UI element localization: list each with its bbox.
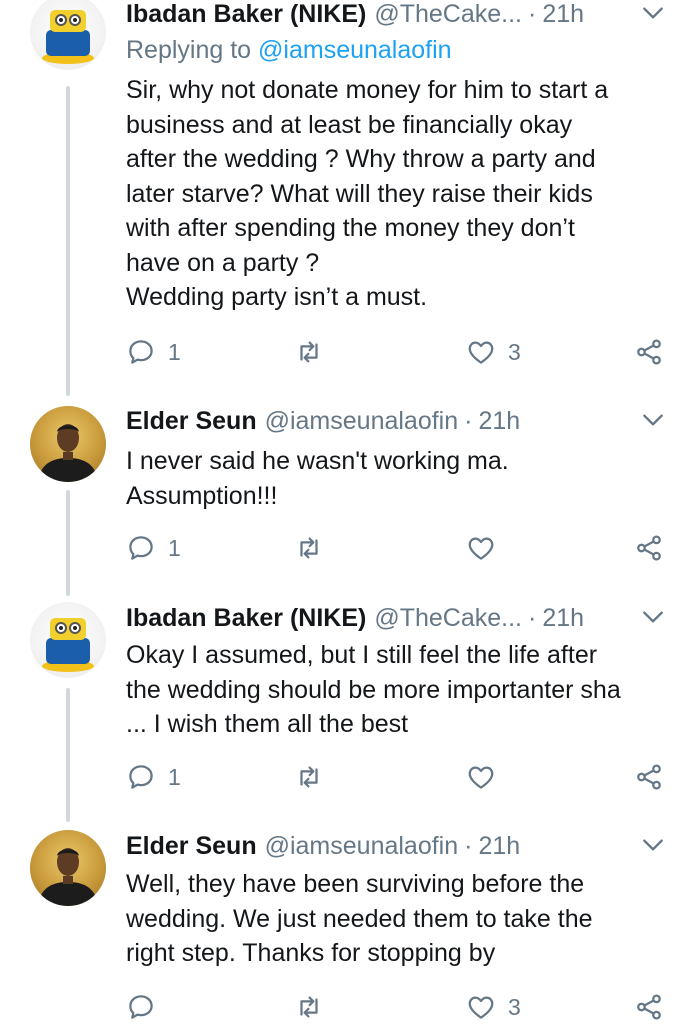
share-icon (637, 339, 661, 365)
retweet-icon (300, 341, 318, 363)
tweet-text-line: after the wedding ? Why throw a party an… (126, 145, 596, 173)
tweet-text-line: have on a party ? (126, 248, 320, 277)
replying-to: Replying to @iamseunalaofin (126, 36, 452, 65)
retweet-button[interactable] (294, 760, 336, 794)
replying-to-link[interactable]: @iamseunalaofin (258, 36, 452, 64)
retweet-button[interactable] (294, 990, 336, 1024)
tweet[interactable]: Elder Seun @iamseunalaofin · 21h I never… (0, 400, 696, 598)
display-name[interactable]: Ibadan Baker (NIKE) (126, 0, 366, 29)
retweet-button[interactable] (294, 335, 336, 369)
tweet-text-line: Sir, why not donate money for him to sta… (126, 76, 609, 104)
tweet-text-line: Assumption!!! (126, 481, 278, 510)
reply-icon (129, 765, 153, 789)
like-button[interactable] (466, 531, 508, 565)
tweet-text-line: the wedding should be more importanter s… (126, 675, 621, 704)
tweet-header: Elder Seun @iamseunalaofin · 21h (126, 403, 676, 439)
reply-icon (129, 995, 153, 1019)
tweet-text: Well, they have been surviving before th… (126, 867, 686, 971)
tweet-text-line: Wedding party isn’t a must. (126, 283, 428, 311)
share-icon (637, 994, 661, 1020)
tweet-text-line: business and at least be financially oka… (126, 110, 573, 139)
like-button[interactable]: 3 (466, 335, 521, 369)
user-handle[interactable]: @iamseunalaofin (265, 832, 459, 861)
tweet[interactable]: Ibadan Baker (NIKE) @TheCake... · 21h Ok… (0, 598, 696, 824)
share-icon (637, 535, 661, 561)
display-name[interactable]: Ibadan Baker (NIKE) (126, 604, 366, 633)
like-button[interactable] (466, 760, 508, 794)
cake-avatar[interactable] (30, 0, 106, 70)
like-button[interactable]: 3 (466, 990, 521, 1024)
tweet-actions: 1 3 (126, 335, 676, 369)
reply-count: 1 (168, 338, 181, 365)
tweet-text-line: Well, they have been surviving before th… (126, 870, 585, 898)
tweet-header: Elder Seun @iamseunalaofin · 21h (126, 828, 676, 864)
chevron-down-icon[interactable] (640, 832, 666, 858)
tweet-text-line: right step. Thanks for stopping by (126, 939, 496, 967)
user-handle[interactable]: @TheCake... (374, 0, 522, 29)
tweet[interactable]: Elder Seun @iamseunalaofin · 21h Well, t… (0, 824, 696, 1024)
tweet-text: Okay I assumed, but I still feel the lif… (126, 638, 686, 742)
tweet-text-line: ... I wish them all the best (126, 710, 409, 738)
thread-line (66, 490, 70, 596)
timestamp[interactable]: 21h (542, 604, 584, 633)
retweet-icon (300, 537, 318, 559)
timestamp[interactable]: 21h (478, 832, 520, 861)
separator-dot: · (528, 0, 537, 28)
tweet-actions: 1 (126, 760, 676, 794)
heart-icon (468, 766, 494, 789)
reply-button[interactable]: 1 (126, 335, 181, 369)
tweet-text: Sir, why not donate money for him to sta… (126, 73, 686, 315)
tweet-text-line: Okay I assumed, but I still feel the lif… (126, 641, 598, 669)
heart-icon (468, 996, 494, 1019)
user-handle[interactable]: @TheCake... (374, 604, 522, 633)
like-count: 3 (508, 338, 521, 365)
retweet-icon (300, 996, 318, 1018)
tweet-header: Ibadan Baker (NIKE) @TheCake... · 21h (126, 0, 676, 32)
share-button[interactable] (634, 335, 664, 369)
reply-icon (129, 340, 153, 364)
tweet-text-line: with after spending the money they don’t (126, 214, 575, 242)
share-button[interactable] (634, 990, 664, 1024)
share-button[interactable] (634, 531, 664, 565)
tweet-text-line: later starve? What will they raise their… (126, 179, 593, 208)
heart-icon (468, 537, 494, 560)
reply-count: 1 (168, 534, 181, 561)
separator-dot: · (464, 406, 473, 435)
separator-dot: · (528, 603, 537, 632)
chevron-down-icon[interactable] (640, 0, 666, 26)
retweet-button[interactable] (294, 531, 336, 565)
user-handle[interactable]: @iamseunalaofin (265, 407, 459, 436)
thread-line (66, 86, 70, 396)
cake-avatar[interactable] (30, 602, 106, 678)
thread-line (66, 688, 70, 822)
tweet-text: I never said he wasn't working ma. Assum… (126, 444, 686, 513)
tweet-text-line: wedding. We just needed them to take the (126, 904, 593, 933)
reply-button[interactable] (126, 990, 168, 1024)
like-count: 3 (508, 993, 521, 1020)
tweet-header: Ibadan Baker (NIKE) @TheCake... · 21h (126, 600, 676, 636)
person-avatar[interactable] (30, 830, 106, 906)
reply-icon (129, 536, 153, 560)
share-button[interactable] (634, 760, 664, 794)
reply-count: 1 (168, 763, 181, 790)
person-avatar[interactable] (30, 406, 106, 482)
heart-icon (468, 341, 494, 364)
reply-button[interactable]: 1 (126, 760, 181, 794)
tweet-actions: 3 (126, 990, 676, 1024)
reply-button[interactable]: 1 (126, 531, 181, 565)
tweet-actions: 1 (126, 531, 676, 565)
tweet-text-line: I never said he wasn't working ma. (126, 447, 509, 475)
retweet-icon (300, 766, 318, 788)
chevron-down-icon[interactable] (640, 604, 666, 630)
timestamp[interactable]: 21h (542, 0, 584, 29)
display-name[interactable]: Elder Seun (126, 407, 257, 436)
separator-dot: · (464, 831, 473, 860)
chevron-down-icon[interactable] (640, 407, 666, 433)
display-name[interactable]: Elder Seun (126, 832, 257, 861)
share-icon (637, 764, 661, 790)
replying-to-label: Replying to (126, 36, 252, 64)
timestamp[interactable]: 21h (478, 407, 520, 436)
tweet[interactable]: Ibadan Baker (NIKE) @TheCake... · 21h Re… (0, 0, 696, 400)
